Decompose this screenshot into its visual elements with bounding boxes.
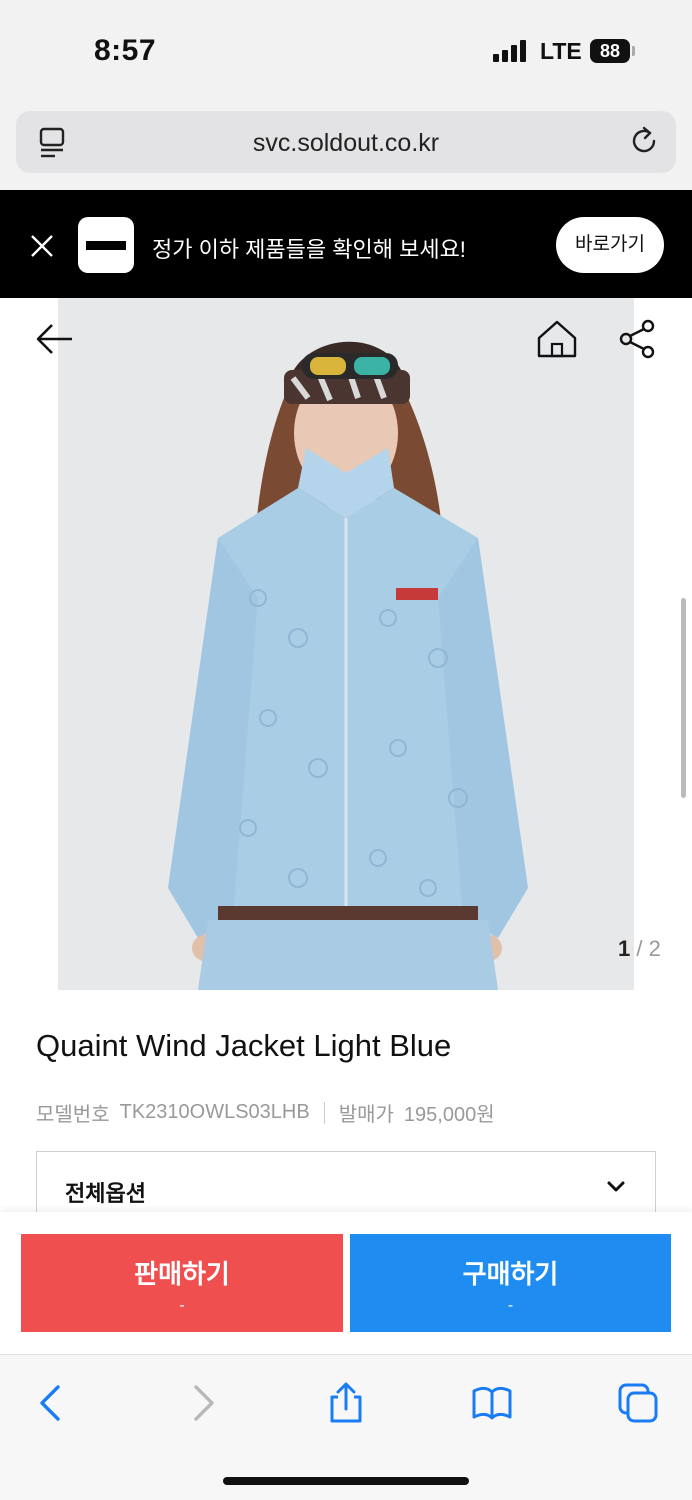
cta-area: 판매하기 - 구매하기 -: [0, 1212, 692, 1354]
status-bar: 8:57 LTE 88: [0, 0, 692, 100]
image-counter-separator: /: [636, 936, 643, 961]
model-number-label: 모델번호: [36, 1104, 110, 1126]
safari-share-icon[interactable]: [324, 1381, 368, 1425]
network-label: LTE: [540, 38, 582, 64]
back-arrow-icon[interactable]: [34, 318, 76, 360]
url-text[interactable]: svc.soldout.co.kr: [16, 129, 676, 158]
option-select-label: 전체옵션: [65, 1181, 146, 1206]
model-number: TK2310OWLS03LHB: [119, 1101, 310, 1123]
buy-button[interactable]: 구매하기 -: [350, 1234, 671, 1332]
product-title: Quaint Wind Jacket Light Blue: [36, 1028, 452, 1063]
share-icon[interactable]: [617, 318, 657, 360]
tabs-icon[interactable]: [616, 1381, 660, 1425]
chevron-down-icon: [607, 1181, 625, 1192]
battery-tip: [632, 46, 635, 56]
product-photo: [58, 298, 634, 990]
close-icon[interactable]: [28, 232, 56, 260]
browser-address-area: svc.soldout.co.kr: [0, 100, 692, 190]
sell-button-price: -: [179, 1297, 185, 1314]
sell-button-label: 판매하기: [134, 1259, 230, 1289]
release-price: 195,000원: [403, 1104, 495, 1126]
safari-back-icon[interactable]: [30, 1381, 74, 1425]
release-price-label: 발매가: [338, 1104, 394, 1126]
promo-text: 정가 이하 제품들을 확인해 보세요!: [152, 237, 466, 262]
sell-button[interactable]: 판매하기 -: [21, 1234, 343, 1332]
status-time: 8:57: [94, 34, 157, 67]
product-meta: 모델번호 TK2310OWLS03LHB 발매가 195,000원: [36, 1098, 495, 1127]
product-gallery[interactable]: 1 / 2: [0, 298, 692, 990]
promo-go-button[interactable]: 바로가기: [556, 217, 664, 273]
safari-forward-icon[interactable]: [180, 1381, 224, 1425]
bookmarks-icon[interactable]: [470, 1381, 514, 1425]
image-counter-current: 1: [618, 936, 631, 961]
scroll-indicator: [681, 598, 686, 798]
meta-divider: [323, 1101, 325, 1124]
buy-button-price: -: [507, 1297, 514, 1314]
image-counter: 1 / 2: [618, 936, 661, 962]
image-counter-total: 2: [648, 936, 661, 961]
promo-banner: 정가 이하 제품들을 확인해 보세요! 바로가기: [0, 190, 692, 298]
address-bar[interactable]: svc.soldout.co.kr: [16, 111, 676, 173]
signal-icon: [493, 40, 526, 62]
reload-icon[interactable]: [628, 125, 660, 157]
battery-icon: 88: [590, 39, 630, 63]
buy-button-label: 구매하기: [462, 1259, 559, 1289]
home-icon[interactable]: [535, 318, 579, 360]
app-logo: [78, 217, 134, 273]
home-indicator: [223, 1477, 469, 1485]
